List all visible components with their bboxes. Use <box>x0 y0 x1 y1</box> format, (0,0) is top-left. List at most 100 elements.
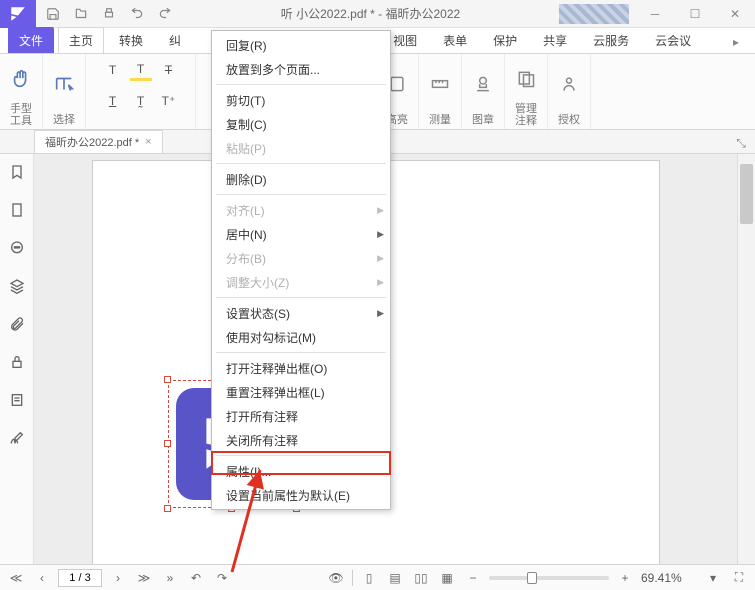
vertical-scrollbar[interactable] <box>737 154 755 564</box>
close-tab-icon[interactable]: × <box>145 136 151 148</box>
bookmarks-icon[interactable] <box>7 162 27 182</box>
highlight-tool-icon[interactable]: T <box>130 59 152 81</box>
scrollbar-thumb[interactable] <box>740 164 753 224</box>
layers-icon[interactable] <box>7 276 27 296</box>
zoom-dropdown-icon[interactable]: ▾ <box>703 568 723 588</box>
measure-icon[interactable] <box>425 69 455 99</box>
security-icon[interactable] <box>7 352 27 372</box>
nav-more-icon[interactable]: » <box>160 568 180 588</box>
tab-meeting[interactable]: 云会议 <box>644 27 702 53</box>
zoom-slider-knob[interactable] <box>527 572 537 584</box>
window-title: 听 小公2022.pdf * - 福昕办公2022 <box>182 5 559 22</box>
last-page-icon[interactable]: ≫ <box>134 568 154 588</box>
ctx-separator <box>216 297 386 298</box>
ctx-use-checkmark[interactable]: 使用对勾标记(M) <box>212 325 390 349</box>
ctx-paste: 粘贴(P) <box>212 136 390 160</box>
status-bar: ≪ ‹ › ≫ » ↶ ↷ 👁 ▯ ▤ ▯▯ ▦ − + 69.41% ▾ ⛶ <box>0 564 755 590</box>
facing-icon[interactable]: ▯▯ <box>411 568 431 588</box>
ctx-close-all[interactable]: 关闭所有注释 <box>212 428 390 452</box>
ctx-place-on-pages[interactable]: 放置到多个页面... <box>212 57 390 81</box>
ctx-set-status[interactable]: 设置状态(S) <box>212 301 390 325</box>
window-controls: ─ ☐ ✕ <box>635 0 755 28</box>
ctx-align: 对齐(L) <box>212 198 390 222</box>
zoom-slider[interactable] <box>489 576 609 580</box>
select-text-icon[interactable] <box>49 69 79 99</box>
close-button[interactable]: ✕ <box>715 0 755 28</box>
zoom-in-icon[interactable]: + <box>615 568 635 588</box>
hand-tool-icon[interactable] <box>6 64 36 94</box>
strikethrough-icon[interactable]: T <box>158 59 180 81</box>
signatures-icon[interactable] <box>7 428 27 448</box>
title-bar: 听 小公2022.pdf * - 福昕办公2022 ─ ☐ ✕ <box>0 0 755 28</box>
tab-cloud[interactable]: 云服务 <box>582 27 640 53</box>
manage-comments-label: 管理 注释 <box>515 103 537 127</box>
attachments-icon[interactable] <box>7 314 27 334</box>
ctx-separator <box>216 194 386 195</box>
comments-icon[interactable] <box>7 238 27 258</box>
rotate-ccw-icon[interactable]: ↶ <box>186 568 206 588</box>
ctx-reset-popup[interactable]: 重置注释弹出框(L) <box>212 380 390 404</box>
context-menu: 回复(R) 放置到多个页面... 剪切(T) 复制(C) 粘贴(P) 删除(D)… <box>211 30 391 510</box>
minimize-button[interactable]: ─ <box>635 0 675 28</box>
next-page-icon[interactable]: › <box>108 568 128 588</box>
continuous-icon[interactable]: ▤ <box>385 568 405 588</box>
ctx-set-default[interactable]: 设置当前属性为默认(E) <box>212 483 390 507</box>
ctx-separator <box>216 163 386 164</box>
collapse-panel-icon[interactable]: ⤡ <box>731 133 751 153</box>
zoom-value[interactable]: 69.41% <box>641 571 697 585</box>
squiggly-icon[interactable]: T̰ <box>130 90 152 112</box>
tab-file[interactable]: 文件 <box>8 27 54 53</box>
maximize-button[interactable]: ☐ <box>675 0 715 28</box>
fullscreen-icon[interactable]: ⛶ <box>729 568 749 588</box>
stamp-icon[interactable] <box>468 69 498 99</box>
underline-icon[interactable]: T <box>102 90 124 112</box>
ctx-center[interactable]: 居中(N) <box>212 222 390 246</box>
group-manage-comments: 管理 注释 <box>505 54 548 129</box>
select-label: 选择 <box>53 111 75 127</box>
ctx-delete[interactable]: 删除(D) <box>212 167 390 191</box>
tab-form[interactable]: 表单 <box>432 27 478 53</box>
redo-icon[interactable] <box>154 3 176 25</box>
resize-handle-tl[interactable] <box>164 376 171 383</box>
ctx-properties[interactable]: 属性(I)... <box>212 459 390 483</box>
page-number-input[interactable] <box>58 569 102 587</box>
zoom-out-icon[interactable]: − <box>463 568 483 588</box>
tab-protect[interactable]: 保护 <box>482 27 528 53</box>
ctx-reply[interactable]: 回复(R) <box>212 33 390 57</box>
user-area-blurred <box>559 4 629 24</box>
print-icon[interactable] <box>98 3 120 25</box>
tab-share[interactable]: 共享 <box>532 27 578 53</box>
group-stamp: 图章 <box>462 54 505 129</box>
resize-handle-bl[interactable] <box>164 505 171 512</box>
continuous-facing-icon[interactable]: ▦ <box>437 568 457 588</box>
authorize-icon[interactable] <box>554 69 584 99</box>
save-icon[interactable] <box>42 3 64 25</box>
document-tab[interactable]: 福昕办公2022.pdf * × <box>34 130 163 153</box>
ctx-copy[interactable]: 复制(C) <box>212 112 390 136</box>
pages-icon[interactable] <box>7 200 27 220</box>
prev-page-icon[interactable]: ‹ <box>32 568 52 588</box>
resize-handle-ml[interactable] <box>164 440 171 447</box>
ctx-cut[interactable]: 剪切(T) <box>212 88 390 112</box>
ctx-open-popup[interactable]: 打开注释弹出框(O) <box>212 356 390 380</box>
group-select: 选择 <box>43 54 86 129</box>
group-authorize: 授权 <box>548 54 591 129</box>
ctx-open-all[interactable]: 打开所有注释 <box>212 404 390 428</box>
text-tool-icon[interactable]: T <box>102 59 124 81</box>
overflow-icon[interactable]: ▸ <box>725 31 747 53</box>
manage-comments-icon[interactable] <box>511 64 541 94</box>
replace-text-icon[interactable]: T⁺ <box>158 90 180 112</box>
group-hand: 手型 工具 <box>0 54 43 129</box>
ctx-distribute: 分布(B) <box>212 246 390 270</box>
first-page-icon[interactable]: ≪ <box>6 568 26 588</box>
tab-edit-cut[interactable]: 纠 <box>158 27 192 53</box>
open-icon[interactable] <box>70 3 92 25</box>
read-mode-icon[interactable]: 👁 <box>326 568 346 588</box>
form-fields-icon[interactable] <box>7 390 27 410</box>
single-page-icon[interactable]: ▯ <box>359 568 379 588</box>
rotate-cw-icon[interactable]: ↷ <box>212 568 232 588</box>
tab-convert[interactable]: 转换 <box>108 27 154 53</box>
app-logo[interactable] <box>0 0 36 28</box>
undo-icon[interactable] <box>126 3 148 25</box>
tab-home[interactable]: 主页 <box>58 27 104 53</box>
